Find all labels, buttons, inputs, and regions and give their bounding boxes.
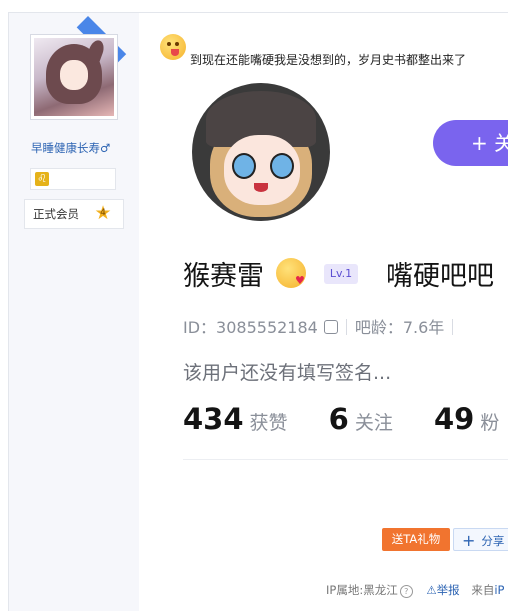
send-gift-button[interactable]: 送TA礼物 [382,528,450,551]
author-avatar[interactable] [30,34,118,120]
follow-button[interactable]: + 关 [433,120,508,166]
stat-likes[interactable]: 434 获赞 [183,402,288,436]
level-badge: Lv.1 [324,264,358,284]
level-star-icon: ★ 4 [94,202,112,224]
from-label: 来自 [471,583,495,597]
leo-icon: ♌ [35,172,49,186]
forum-title[interactable]: 嘴硬吧吧 [386,254,494,293]
member-label: 正式会员 [33,207,79,221]
avatar-image [34,38,114,116]
ip-location: IP属地:黑龙江 [326,583,398,597]
author-sign-box: ♌ [30,168,116,190]
profile-signature: 该用户还没有填写签名... [183,362,392,384]
copy-icon[interactable] [323,320,338,334]
report-link[interactable]: 举报 [437,583,460,597]
tongue-emoji-icon [160,34,186,60]
user-id: ID：3085552184 [183,318,318,337]
profile-meta: ID：3085552184 吧龄：7.6年 [183,314,461,338]
profile-nickname: 猴赛雷 [183,261,264,292]
stat-fans[interactable]: 49 粉 [434,402,499,436]
profile-stats: 434 获赞 6 关注 49 粉 [183,402,508,436]
stats-divider [183,459,508,460]
author-username[interactable]: 早睡健康长寿♂ [31,140,110,156]
plus-icon: + [462,531,476,550]
from-device-link[interactable]: iP [494,583,504,597]
post-footer: IP属地:黑龙江? ⚠举报 来自iP [326,582,504,598]
member-badge[interactable]: 正式会员 ★ 4 [24,199,124,229]
stat-following[interactable]: 6 关注 [329,402,393,436]
post-frame: 楼主 早睡健康长寿♂ ♌ 正式会员 ★4 到现在还能嘴硬我是没想到的，岁月史书都… [0,0,508,611]
kiss-emoji-icon: ♥ [276,258,306,288]
profile-avatar[interactable] [192,83,330,221]
post-content: 到现在还能嘴硬我是没想到的，岁月史书都整出来了 [190,53,467,67]
warning-icon: ⚠ [426,583,437,597]
share-button[interactable]: + 分享 [453,528,508,551]
forum-age: 吧龄：7.6年 [354,318,445,337]
help-icon[interactable]: ? [399,585,413,598]
